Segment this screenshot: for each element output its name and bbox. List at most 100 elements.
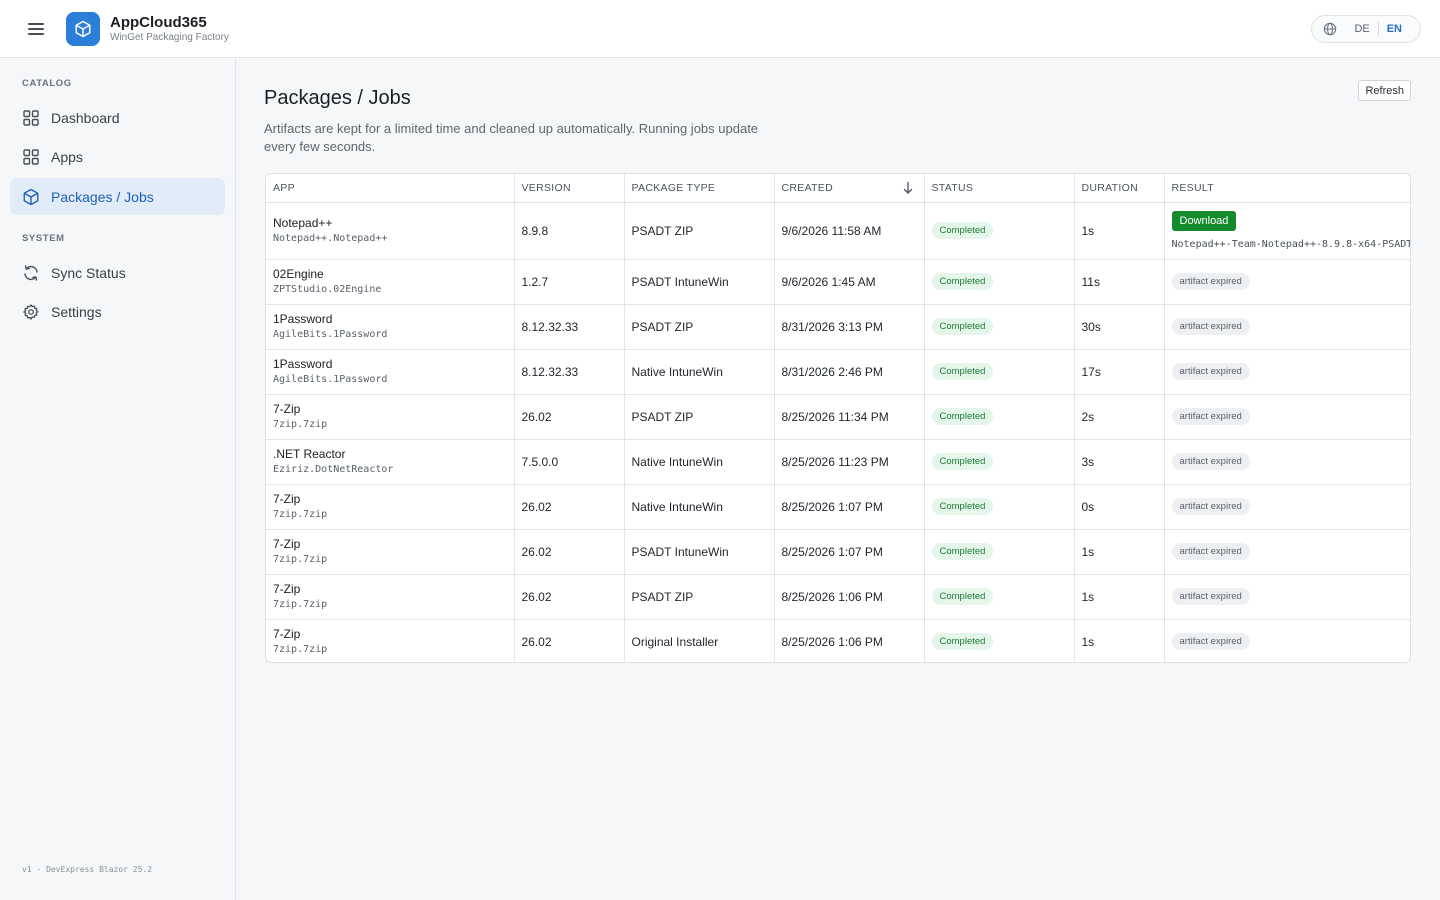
cell-duration: 3s [1074, 439, 1165, 485]
table-row[interactable]: 1Password AgileBits.1Password 8.12.32.33 Na… [266, 349, 1410, 395]
download-button[interactable]: Download [1171, 211, 1237, 231]
table-row[interactable]: 7-Zip 7zip.7zip 26.02 Native IntuneWin 8/25/… [266, 484, 1410, 530]
cell-created: 8/25/2026 11:23 PM [774, 439, 925, 485]
cell-result: artifact expired [1164, 394, 1410, 440]
app-name: 7-Zip [273, 492, 301, 506]
cell-package-type: PSADT ZIP [624, 394, 775, 440]
app-name: 7-Zip [273, 627, 301, 642]
table-row[interactable]: 7-Zip 7zip.7zip 26.02 PSADT ZIP 8/25/2026 1:… [266, 574, 1410, 620]
sort-descending-icon[interactable] [902, 181, 914, 195]
language-button-de[interactable]: DE [1346, 23, 1377, 35]
refresh-button[interactable]: Refresh [1358, 80, 1411, 101]
artifact-expired-badge: artifact expired [1171, 633, 1250, 651]
table-row[interactable]: 7-Zip 7zip.7zip 26.02 PSADT IntuneWin 8/25/2… [266, 529, 1410, 575]
cell-duration: 1s [1074, 202, 1165, 260]
cell-app: 7-Zip 7zip.7zip [266, 394, 515, 440]
artifact-expired-badge: artifact expired [1171, 588, 1250, 605]
cell-package-type: PSADT ZIP [624, 574, 775, 620]
apps-icon [22, 148, 40, 166]
page-description: Artifacts are kept for a limited time an… [264, 121, 759, 154]
package-icon [22, 188, 40, 206]
cell-version: 26.02 [514, 619, 625, 662]
app-package-id: 7zip.7zip [273, 599, 328, 610]
jobs-table: APP VERSION PACKAGE TYPE CREATED STATUS … [265, 173, 1411, 663]
cell-result: artifact expired [1164, 619, 1410, 662]
column-header-version[interactable]: VERSION [514, 174, 625, 203]
sidebar-section-system: SYSTEM [22, 233, 65, 244]
hamburger-menu-icon[interactable] [26, 20, 46, 38]
cell-created: 8/25/2026 1:07 PM [774, 484, 925, 530]
version-footer: v1 · DevExpress Blazor 25.2 [22, 865, 153, 874]
cell-version: 8.12.32.33 [514, 304, 625, 350]
cell-package-type: Original Installer [624, 619, 775, 662]
table-row[interactable]: 1Password AgileBits.1Password 8.12.32.33 PS… [266, 304, 1410, 350]
app-name: 1Password [273, 312, 333, 326]
artifact-filename: Notepad++-Team-Notepad++-8.9.8-x64-PSADT… [1171, 239, 1411, 250]
cell-status: Completed [924, 304, 1075, 350]
column-header-status[interactable]: STATUS [924, 174, 1075, 203]
app-name: 7-Zip [273, 537, 301, 551]
column-header-created[interactable]: CREATED [774, 174, 925, 203]
cell-status: Completed [924, 394, 1075, 440]
status-badge: Completed [931, 498, 994, 515]
sidebar-item-sync-status[interactable]: Sync Status [10, 254, 225, 291]
cell-version: 8.9.8 [514, 202, 625, 260]
column-header-duration[interactable]: DURATION [1074, 174, 1165, 203]
table-row[interactable]: Notepad++ Notepad++.Notepad++ 8.9.8 PSADT Z… [266, 202, 1411, 260]
status-badge: Completed [931, 273, 994, 290]
cell-created: 8/31/2026 2:46 PM [774, 349, 925, 395]
app-title: AppCloud365 [110, 14, 207, 31]
cell-app: 1Password AgileBits.1Password [266, 349, 515, 395]
app-logo-icon [66, 12, 100, 46]
app-package-id: Eziriz.DotNetReactor [273, 464, 394, 475]
table-header-row: APP VERSION PACKAGE TYPE CREATED STATUS … [266, 174, 1410, 203]
app-name: Notepad++ [273, 216, 333, 230]
cell-status: Completed [924, 259, 1075, 305]
cell-version: 8.12.32.33 [514, 349, 625, 395]
artifact-expired-badge: artifact expired [1171, 318, 1250, 335]
table-row[interactable]: 7-Zip 7zip.7zip 26.02 PSADT ZIP 8/25/2026 11… [266, 394, 1410, 440]
cell-result: artifact expired [1164, 574, 1410, 620]
cell-app: 7-Zip 7zip.7zip [266, 484, 515, 530]
cell-status: Completed [924, 574, 1075, 620]
cell-package-type: PSADT IntuneWin [624, 259, 775, 305]
sync-icon [22, 264, 40, 282]
cell-version: 26.02 [514, 394, 625, 440]
language-switcher: DE EN [1311, 15, 1421, 43]
cell-app: .NET Reactor Eziriz.DotNetReactor [266, 439, 515, 485]
column-header-package-type[interactable]: PACKAGE TYPE [624, 174, 775, 203]
cell-created: 8/25/2026 11:34 PM [774, 394, 925, 440]
app-name: .NET Reactor [273, 447, 346, 461]
app-subtitle: WinGet Packaging Factory [110, 32, 229, 43]
artifact-expired-badge: artifact expired [1171, 543, 1250, 560]
status-badge: Completed [931, 588, 994, 605]
app-package-id: ZPTStudio.02Engine [273, 284, 382, 295]
cell-status: Completed [924, 439, 1075, 485]
sidebar-item-dashboard[interactable]: Dashboard [10, 99, 225, 136]
cell-duration: 1s [1074, 619, 1165, 662]
sidebar-item-settings[interactable]: Settings [10, 293, 225, 330]
artifact-expired-badge: artifact expired [1171, 498, 1250, 515]
sidebar-item-label: Dashboard [51, 109, 120, 126]
sidebar-item-apps[interactable]: Apps [10, 138, 225, 175]
app-name: 1Password [273, 357, 333, 371]
sidebar-item-packages-jobs[interactable]: Packages / Jobs [10, 178, 225, 215]
language-button-en[interactable]: EN [1379, 23, 1410, 35]
cell-created: 8/31/2026 3:13 PM [774, 304, 925, 350]
column-header-app[interactable]: APP [266, 174, 515, 203]
cell-app: 7-Zip 7zip.7zip [266, 574, 515, 620]
cell-created: 9/6/2026 1:45 AM [774, 259, 925, 305]
app-name: 02Engine [273, 267, 324, 281]
column-header-result[interactable]: RESULT [1164, 174, 1410, 203]
table-row[interactable]: 7-Zip 7zip.7zip 26.02 Original Installer 8/2… [266, 619, 1410, 662]
cell-package-type: PSADT ZIP [624, 304, 775, 350]
table-row[interactable]: .NET Reactor Eziriz.DotNetReactor 7.5.0.0 N… [266, 439, 1410, 485]
artifact-expired-badge: artifact expired [1171, 453, 1250, 470]
artifact-expired-badge: artifact expired [1171, 363, 1250, 380]
table-row[interactable]: 02Engine ZPTStudio.02Engine 1.2.7 PSADT Int… [266, 259, 1410, 305]
cell-version: 26.02 [514, 574, 625, 620]
cell-app: 1Password AgileBits.1Password [266, 304, 515, 350]
cell-version: 26.02 [514, 529, 625, 575]
app-package-id: 7zip.7zip [273, 644, 328, 656]
top-bar: AppCloud365 WinGet Packaging Factory DE … [0, 0, 1440, 58]
